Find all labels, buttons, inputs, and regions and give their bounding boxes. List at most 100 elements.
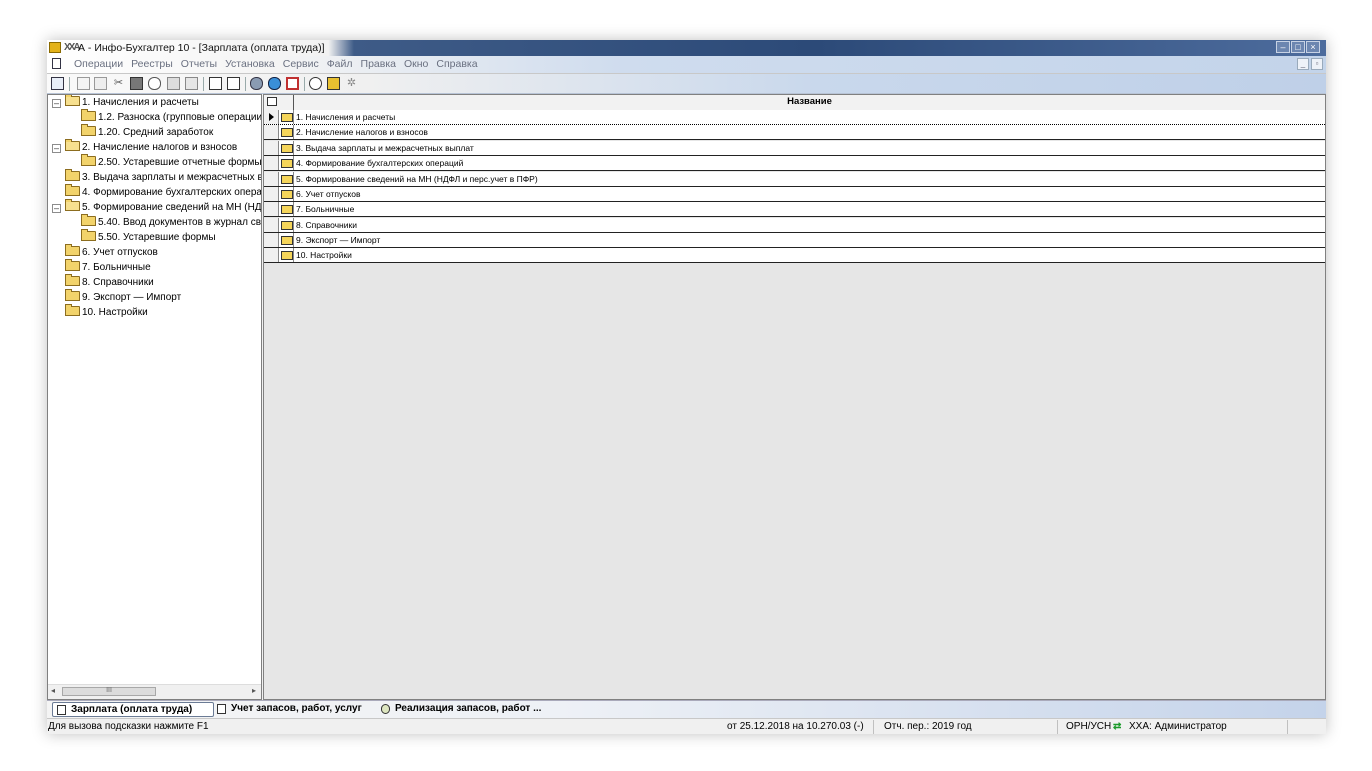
collapse-icon[interactable]: – xyxy=(52,99,61,108)
tree-item[interactable]: 5.40. Ввод документов в журнал све xyxy=(81,214,261,231)
tree-item[interactable]: 7. Больничные xyxy=(65,259,151,276)
table-row[interactable]: 3. Выдача зарплаты и межрасчетных выплат xyxy=(264,141,1325,156)
folder-icon xyxy=(281,128,293,137)
preview-icon[interactable] xyxy=(148,77,161,90)
tab-sales[interactable]: Реализация запасов, работ ... xyxy=(377,702,541,717)
document-icon[interactable] xyxy=(52,58,61,69)
tree-item[interactable]: 9. Экспорт — Импорт xyxy=(65,289,181,306)
compass-icon[interactable] xyxy=(309,77,322,90)
row-indicator xyxy=(264,218,279,232)
calculator-icon[interactable] xyxy=(227,77,240,90)
report-icon[interactable] xyxy=(286,77,299,90)
menu-service[interactable]: Сервис xyxy=(279,58,323,70)
row-indicator xyxy=(264,172,279,186)
maximize-icon[interactable]: □ xyxy=(1291,41,1305,53)
document-icon xyxy=(57,705,66,715)
globe-icon[interactable] xyxy=(250,77,263,90)
table-row[interactable]: 6. Учет отпусков xyxy=(264,187,1325,202)
document-icon[interactable] xyxy=(209,77,222,90)
status-period: Отч. пер.: 2019 год xyxy=(884,721,972,732)
tree-item[interactable]: 4. Формирование бухгалтерских операц xyxy=(65,184,261,201)
row-indicator xyxy=(264,125,279,139)
grid-header: Название xyxy=(264,95,1325,111)
column-settings-icon[interactable] xyxy=(267,97,277,106)
table-row[interactable]: 7. Больничные xyxy=(264,202,1325,217)
settings-icon[interactable]: ✲ xyxy=(345,77,358,90)
column-header-name[interactable]: Название xyxy=(294,95,1325,110)
collapse-icon[interactable]: – xyxy=(52,144,61,153)
current-row-indicator-icon xyxy=(264,110,279,124)
calculator-icon[interactable] xyxy=(51,77,64,90)
menu-file[interactable]: Файл xyxy=(323,58,357,70)
tree-item[interactable]: 10. Настройки xyxy=(65,304,148,321)
folder-open-icon xyxy=(65,199,80,211)
app-icon[interactable] xyxy=(49,42,61,53)
minimize-icon[interactable]: – xyxy=(1276,41,1290,53)
row-name: 6. Учет отпусков xyxy=(296,189,361,199)
tab-salary[interactable]: Зарплата (оплата труда) xyxy=(52,702,214,717)
menu-reports[interactable]: Отчеты xyxy=(177,58,221,70)
table-row[interactable]: 4. Формирование бухгалтерских операций xyxy=(264,156,1325,171)
tree-item[interactable]: 1.2. Разноска (групповые операции) xyxy=(81,109,262,126)
toolbar-separator xyxy=(203,77,204,91)
cut-icon[interactable]: ✂ xyxy=(112,77,125,90)
table-row[interactable]: 5. Формирование сведений на МН (НДФЛ и п… xyxy=(264,172,1325,187)
tree-item[interactable]: 1.20. Средний заработок xyxy=(81,124,213,141)
tree-horizontal-scrollbar[interactable]: ◂ III ▸ xyxy=(48,684,261,699)
scroll-thumb[interactable]: III xyxy=(62,687,156,696)
folder-icon xyxy=(81,124,96,136)
close-icon[interactable]: × xyxy=(1306,41,1320,53)
collapse-icon[interactable]: – xyxy=(52,204,61,213)
status-bar: Для вызова подсказки нажмите F1 от 25.12… xyxy=(47,718,1326,734)
toolbar-separator xyxy=(245,77,246,91)
tab-label: Зарплата (оплата труда) xyxy=(71,704,193,715)
mdi-minimize-icon[interactable]: _ xyxy=(1297,58,1309,70)
menu-edit[interactable]: Правка xyxy=(357,58,400,70)
status-divider xyxy=(1287,720,1288,734)
tree-item[interactable]: 3. Выдача зарплаты и межрасчетных вы xyxy=(65,169,261,186)
table-icon[interactable] xyxy=(185,77,198,90)
table-row[interactable]: 2. Начисление налогов и взносов xyxy=(264,125,1325,140)
row-indicator xyxy=(264,248,279,262)
menu-bar: Операции Реестры Отчеты Установка Сервис… xyxy=(47,56,1326,74)
menu-operations[interactable]: Операции xyxy=(70,58,127,70)
status-divider xyxy=(1057,720,1058,734)
folder-icon xyxy=(81,229,96,241)
menu-help[interactable]: Справка xyxy=(432,58,481,70)
app-window: ХХА А - Инфо-Бухгалтер 10 - [Зарплата (о… xyxy=(47,40,1326,734)
grid-corner[interactable] xyxy=(264,95,294,110)
copy-icon[interactable] xyxy=(77,77,90,90)
table-row[interactable]: 8. Справочники xyxy=(264,218,1325,233)
scroll-left-icon[interactable]: ◂ xyxy=(51,686,55,695)
image-icon[interactable] xyxy=(327,77,340,90)
refresh-icon[interactable] xyxy=(268,77,281,90)
table-row[interactable]: 9. Экспорт — Импорт xyxy=(264,233,1325,248)
menu-setup[interactable]: Установка xyxy=(221,58,279,70)
folder-icon xyxy=(81,109,96,121)
paste-icon[interactable] xyxy=(94,77,107,90)
tab-inventory[interactable]: Учет запасов, работ, услуг xyxy=(213,702,373,717)
status-user: ХХА: Администратор xyxy=(1129,721,1227,732)
menu-registers[interactable]: Реестры xyxy=(127,58,177,70)
folder-icon xyxy=(281,251,293,260)
print-icon[interactable] xyxy=(130,77,143,90)
folder-icon xyxy=(281,159,293,168)
menu-window[interactable]: Окно xyxy=(400,58,432,70)
export-icon[interactable] xyxy=(167,77,180,90)
folder-icon xyxy=(281,175,293,184)
tree-item[interactable]: 6. Учет отпусков xyxy=(65,244,158,261)
tree-item[interactable]: 5.50. Устаревшие формы xyxy=(81,229,216,246)
tree-item[interactable]: 8. Справочники xyxy=(65,274,154,291)
folder-icon xyxy=(81,214,96,226)
mdi-restore-icon[interactable]: ▫ xyxy=(1311,58,1323,70)
tree-item[interactable]: 2.50. Устаревшие отчетные формы xyxy=(81,154,261,171)
folder-icon xyxy=(65,304,80,316)
folder-icon xyxy=(65,274,80,286)
tree-item-label: 5.50. Устаревшие формы xyxy=(98,232,216,243)
table-row[interactable]: 10. Настройки xyxy=(264,248,1325,263)
tree-panel: – 1. Начисления и расчеты 1.2. Разноска … xyxy=(47,94,262,700)
tree-item-label: 8. Справочники xyxy=(82,277,154,288)
tree-item-label: 1.2. Разноска (групповые операции) xyxy=(98,112,262,123)
scroll-right-icon[interactable]: ▸ xyxy=(252,686,256,695)
table-row[interactable]: 1. Начисления и расчеты xyxy=(264,110,1325,125)
